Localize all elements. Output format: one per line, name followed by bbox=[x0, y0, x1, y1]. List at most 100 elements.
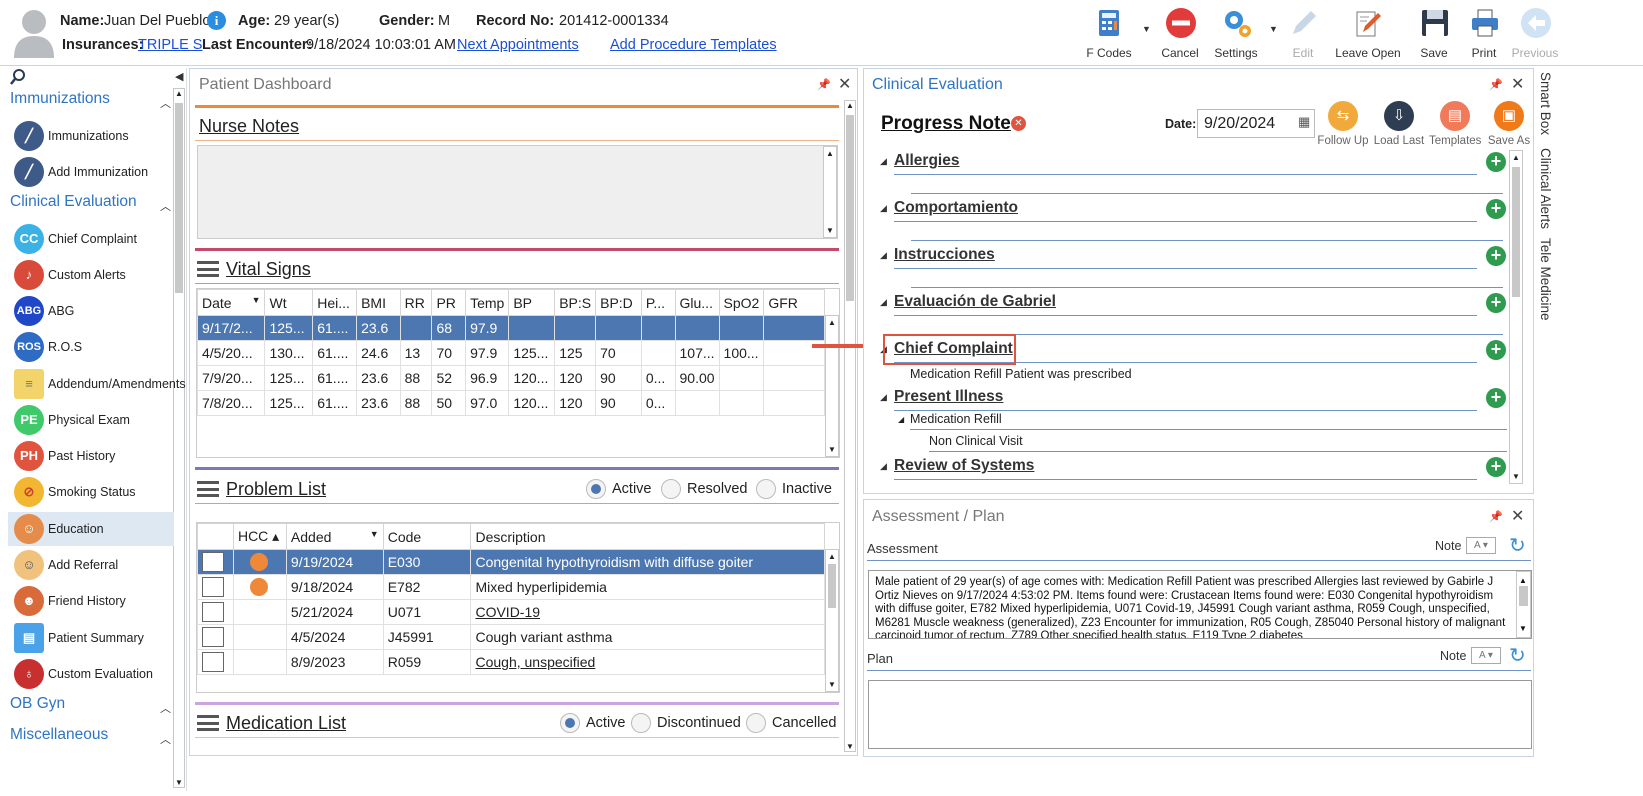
scroll-up-icon[interactable]: ▲ bbox=[828, 552, 836, 561]
row-checkbox[interactable] bbox=[197, 599, 234, 625]
scroll-down-icon[interactable]: ▼ bbox=[175, 778, 183, 787]
sidebar-item-past-history[interactable]: PH Past History bbox=[8, 439, 174, 473]
section-clinical-evaluation[interactable]: Clinical Evaluation bbox=[10, 193, 137, 211]
table-row[interactable]: 4/5/2024 J45991 Cough variant asthma bbox=[197, 624, 825, 650]
vitals-col-header[interactable]: Hei... bbox=[312, 289, 358, 316]
vitals-col-header[interactable]: Temp bbox=[465, 289, 510, 316]
note-template-dropdown[interactable]: A ▾ bbox=[1466, 537, 1496, 554]
collapse-sidebar-icon[interactable]: ◀ bbox=[175, 70, 183, 83]
sidebar-item-add-immunization[interactable]: ╱ Add Immunization bbox=[8, 155, 174, 189]
row-checkbox[interactable] bbox=[197, 574, 234, 600]
vitals-col-header[interactable]: GFR bbox=[763, 289, 825, 316]
menu-icon[interactable] bbox=[197, 261, 219, 277]
sidebar-item-addendum[interactable]: ≡ Addendum/Amendments bbox=[8, 367, 186, 401]
scroll-down-icon[interactable]: ▼ bbox=[846, 742, 854, 751]
scroll-up-icon[interactable]: ▲ bbox=[826, 149, 834, 158]
table-row[interactable]: 7/8/20... 125... 61.... 23.6 88 50 97.0 120... 1… bbox=[197, 390, 825, 416]
assessment-scrollbar[interactable]: ▲ ▼ bbox=[1516, 571, 1531, 638]
table-row[interactable]: 9/17/2... 125... 61.... 23.6 68 97.9 bbox=[197, 315, 825, 341]
table-row[interactable]: 4/5/20... 130... 61.... 24.6 13 70 97.9 125... 1… bbox=[197, 340, 825, 366]
previous-button[interactable]: Previous bbox=[1502, 4, 1568, 62]
add-present-illness-icon[interactable]: + bbox=[1486, 388, 1506, 408]
section-ob-gyn[interactable]: OB Gyn bbox=[10, 695, 65, 713]
pin-icon[interactable]: 📌 bbox=[817, 78, 831, 91]
scroll-down-icon[interactable]: ▼ bbox=[828, 445, 836, 454]
pin-icon[interactable]: 📌 bbox=[1489, 78, 1503, 91]
med-filter-cancelled-radio[interactable]: Cancelled bbox=[746, 713, 837, 733]
section-allergies[interactable]: ◢ Allergies bbox=[880, 152, 1505, 175]
section-instrucciones[interactable]: ◢ Instrucciones bbox=[880, 246, 1505, 269]
col-code[interactable]: Code bbox=[382, 523, 472, 550]
section-evaluacion-gabriel[interactable]: ◢ Evaluación de Gabriel bbox=[880, 293, 1505, 316]
section-review-of-systems[interactable]: ◢ Review of Systems bbox=[880, 457, 1505, 480]
scroll-up-icon[interactable]: ▲ bbox=[1512, 153, 1520, 162]
leave-open-button[interactable]: Leave Open bbox=[1334, 4, 1402, 62]
collapse-icon[interactable]: ︿ bbox=[160, 700, 171, 716]
scroll-down-icon[interactable]: ▼ bbox=[826, 226, 834, 235]
sidebar-item-smoking-status[interactable]: ⊘ Smoking Status bbox=[8, 475, 174, 509]
refresh-icon[interactable]: ↻ bbox=[1509, 533, 1526, 558]
dashboard-scrollbar[interactable]: ▲ ▼ bbox=[844, 100, 856, 752]
vitals-col-header[interactable]: BMI bbox=[356, 289, 401, 316]
table-cell[interactable]: COVID-19 bbox=[470, 599, 825, 625]
tab-tele-medicine[interactable]: Tele Medicine bbox=[1538, 238, 1553, 321]
tab-clinical-alerts[interactable]: Clinical Alerts bbox=[1538, 148, 1553, 229]
close-icon[interactable]: ✕ bbox=[838, 74, 851, 94]
vitals-col-header[interactable]: Date ▼ bbox=[197, 289, 266, 316]
filter-resolved-radio[interactable]: Resolved bbox=[661, 479, 747, 499]
table-row[interactable]: 5/21/2024 U071 COVID-19 bbox=[197, 599, 825, 625]
assessment-textarea[interactable]: Male patient of 29 year(s) of age comes … bbox=[868, 570, 1532, 639]
scroll-up-icon[interactable]: ▲ bbox=[846, 101, 854, 110]
collapse-icon[interactable]: ︿ bbox=[160, 731, 171, 747]
sidebar-item-immunizations[interactable]: ╱ Immunizations bbox=[8, 119, 174, 153]
next-appointments-link[interactable]: Next Appointments bbox=[457, 37, 579, 53]
add-instrucciones-icon[interactable]: + bbox=[1486, 246, 1506, 266]
add-allergies-icon[interactable]: + bbox=[1486, 152, 1506, 172]
scroll-down-icon[interactable]: ▼ bbox=[1519, 622, 1527, 636]
nurse-notes-textarea[interactable]: ▲ ▼ bbox=[197, 145, 838, 239]
col-added[interactable]: Added ▼ bbox=[285, 523, 384, 550]
add-ros-icon[interactable]: + bbox=[1486, 457, 1506, 477]
insurance-link[interactable]: TRIPLE S bbox=[138, 37, 202, 53]
med-filter-active-radio[interactable]: Active bbox=[560, 713, 626, 733]
add-evaluacion-icon[interactable]: + bbox=[1486, 293, 1506, 313]
section-comportamiento[interactable]: ◢ Comportamiento bbox=[880, 199, 1505, 222]
follow-up-button[interactable]: ⇆ Follow Up bbox=[1317, 101, 1369, 147]
sidebar-item-patient-summary[interactable]: ▤ Patient Summary bbox=[8, 621, 174, 655]
row-checkbox[interactable] bbox=[197, 649, 234, 675]
scroll-down-icon[interactable]: ▼ bbox=[1512, 472, 1520, 481]
section-immunizations[interactable]: Immunizations bbox=[10, 90, 110, 108]
sidebar-item-physical-exam[interactable]: PE Physical Exam bbox=[8, 403, 174, 437]
table-cell[interactable]: Cough, unspecified bbox=[470, 649, 825, 675]
filter-inactive-radio[interactable]: Inactive bbox=[756, 479, 832, 499]
table-row[interactable]: 8/9/2023 R059 Cough, unspecified bbox=[197, 649, 825, 675]
vitals-col-header[interactable]: SpO2 bbox=[718, 289, 765, 316]
edit-button[interactable]: Edit bbox=[1270, 4, 1336, 62]
fcodes-button[interactable]: F Codes bbox=[1076, 4, 1142, 62]
sidebar-scrollbar[interactable]: ▲ ▼ bbox=[173, 88, 185, 788]
clinical-scrollbar[interactable]: ▲ ▼ bbox=[1509, 150, 1523, 484]
sidebar-item-add-referral[interactable]: ☺ Add Referral bbox=[8, 548, 174, 582]
load-last-button[interactable]: ⇩ Load Last bbox=[1373, 101, 1425, 147]
table-row[interactable]: 9/18/2024 E782 Mixed hyperlipidemia bbox=[197, 574, 825, 600]
add-chief-complaint-icon[interactable]: + bbox=[1486, 340, 1506, 360]
vitals-col-header[interactable]: PR bbox=[431, 289, 467, 316]
med-filter-discontinued-radio[interactable]: Discontinued bbox=[631, 713, 741, 733]
scroll-down-icon[interactable]: ▼ bbox=[828, 680, 836, 689]
plan-template-dropdown[interactable]: A ▾ bbox=[1471, 647, 1501, 664]
section-miscellaneous[interactable]: Miscellaneous bbox=[10, 726, 108, 744]
menu-icon[interactable] bbox=[197, 715, 219, 731]
row-checkbox[interactable] bbox=[197, 549, 234, 575]
pin-icon[interactable]: 📌 bbox=[1489, 510, 1503, 523]
col-hcc[interactable]: HCC ▴ bbox=[232, 523, 287, 550]
problem-scrollbar[interactable]: ▲ ▼ bbox=[825, 549, 839, 692]
sidebar-item-custom-evaluation[interactable]: ♁ Custom Evaluation bbox=[8, 657, 174, 691]
vitals-col-header[interactable]: BP:S bbox=[554, 289, 597, 316]
sidebar-item-friend-history[interactable]: ☻ Friend History bbox=[8, 584, 174, 618]
section-present-illness[interactable]: ◢ Present Illness bbox=[880, 388, 1505, 411]
scroll-up-icon[interactable]: ▲ bbox=[175, 89, 183, 98]
sidebar-item-chief-complaint[interactable]: CC Chief Complaint bbox=[8, 222, 174, 256]
settings-button[interactable]: Settings bbox=[1203, 4, 1269, 62]
vitals-col-header[interactable]: BP:D bbox=[595, 289, 642, 316]
refresh-icon[interactable]: ↻ bbox=[1509, 643, 1526, 668]
